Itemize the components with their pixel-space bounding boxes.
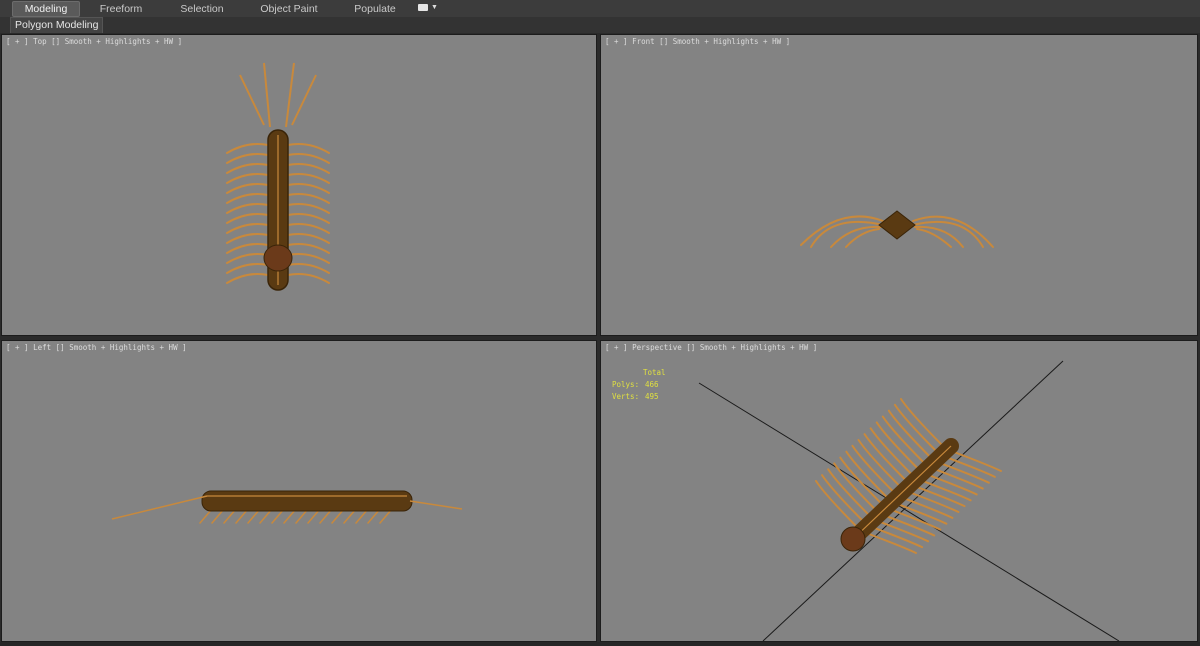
centipede-leg — [887, 409, 935, 462]
centipede-leg — [287, 233, 330, 244]
centipede-leg — [287, 223, 330, 234]
centipede-leg — [226, 223, 269, 234]
viewport-left[interactable]: [ + ] Left [] Smooth + Highlights + HW ] — [1, 340, 597, 642]
centipede-front-view — [800, 210, 994, 248]
centipede-leg — [226, 153, 269, 164]
centipede-leg — [287, 243, 330, 254]
centipede-leg — [900, 398, 947, 450]
centipede-leg — [287, 163, 330, 174]
viewport-front[interactable]: [ + ] Front [] Smooth + Highlights + HW … — [600, 34, 1198, 336]
centipede-leg — [287, 213, 330, 224]
centipede-leg — [287, 143, 330, 154]
centipede-leg — [287, 173, 330, 184]
display-options-icon[interactable]: ▼ — [418, 4, 440, 14]
centipede-leg — [287, 193, 330, 204]
centipede-perspective-view — [698, 360, 1120, 641]
centipede-leg — [287, 153, 330, 164]
status-strip — [0, 642, 1200, 646]
viewport-top[interactable]: [ + ] Top [] Smooth + Highlights + HW ] — [1, 34, 597, 336]
centipede-leg — [226, 183, 269, 194]
centipede-leg — [287, 253, 330, 264]
polygon-modeling-panel-tab[interactable]: Polygon Modeling — [10, 17, 104, 33]
centipede-leg — [226, 213, 269, 224]
display-options-box — [418, 4, 428, 11]
tab-freeform[interactable]: Freeform — [92, 2, 150, 16]
centipede-left-view — [111, 490, 463, 524]
centipede-leg — [287, 203, 330, 214]
tab-object-paint[interactable]: Object Paint — [252, 2, 326, 16]
chevron-down-icon: ▼ — [431, 4, 438, 11]
centipede-leg — [226, 203, 269, 214]
centipede-leg — [287, 273, 330, 284]
centipede-leg — [226, 253, 269, 264]
centipede-leg — [226, 263, 269, 274]
centipede-leg — [893, 403, 941, 456]
centipede-leg — [226, 173, 269, 184]
centipede-leg — [226, 143, 269, 154]
ribbon-tab-bar: Modeling Freeform Selection Object Paint… — [0, 0, 1200, 18]
centipede-leg — [226, 163, 269, 174]
centipede-leg — [226, 233, 269, 244]
centipede-leg — [226, 193, 269, 204]
ribbon-panel-bar: Polygon Modeling — [0, 17, 1200, 33]
centipede-leg — [287, 263, 330, 274]
viewport-perspective[interactable]: [ + ] Perspective [] Smooth + Highlights… — [600, 340, 1198, 642]
tab-selection[interactable]: Selection — [172, 2, 232, 16]
centipede-leg — [287, 183, 330, 194]
tab-populate[interactable]: Populate — [346, 2, 404, 16]
centipede-top-view — [226, 62, 330, 291]
centipede-leg — [226, 273, 269, 284]
tab-modeling[interactable]: Modeling — [12, 1, 80, 17]
centipede-leg — [226, 243, 269, 254]
